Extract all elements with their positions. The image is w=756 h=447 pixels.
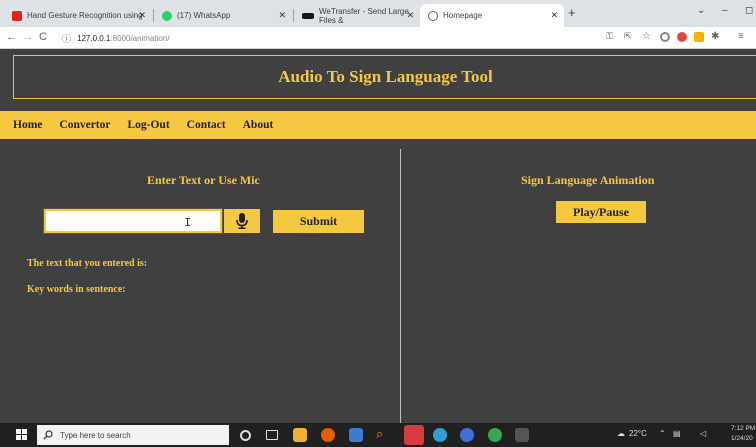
- taskbar-search[interactable]: Type here to search: [37, 425, 229, 445]
- keywords-label: Key words in sentence:: [27, 284, 126, 295]
- globe-icon: [428, 10, 438, 21]
- forward-icon[interactable]: →: [22, 31, 33, 43]
- firefox-icon[interactable]: [321, 428, 335, 442]
- nav-about[interactable]: About: [243, 119, 274, 131]
- extension-icon[interactable]: [694, 32, 704, 42]
- tab-title: (17) WhatsApp: [177, 11, 231, 20]
- close-icon[interactable]: ✕: [550, 10, 558, 21]
- browser-tab-bar: Hand Gesture Recognition using ✕ (17) Wh…: [0, 0, 756, 27]
- weather-icon[interactable]: ☁: [617, 429, 625, 438]
- edge-icon[interactable]: [433, 428, 447, 442]
- menu-icon[interactable]: ≡: [738, 31, 744, 42]
- share-icon[interactable]: ⇱: [624, 31, 632, 42]
- nav-contact[interactable]: Contact: [187, 119, 226, 131]
- navbar: Home Convertor Log-Out Contact About: [0, 111, 756, 139]
- search-icon: [43, 430, 53, 440]
- mic-button[interactable]: [224, 209, 260, 233]
- input-section-title: Enter Text or Use Mic: [147, 173, 260, 187]
- column-divider: [400, 149, 401, 423]
- terminal-icon[interactable]: [515, 428, 529, 442]
- url-field[interactable]: ⓘ 127.0.0.1 :8000/animation/: [62, 30, 602, 46]
- page-content: Audio To Sign Language Tool Home Convert…: [0, 49, 756, 423]
- chevron-up-icon[interactable]: ⌃: [659, 429, 666, 438]
- submit-button[interactable]: Submit: [273, 210, 364, 233]
- adblock-icon[interactable]: [677, 32, 687, 42]
- microphone-icon: [236, 213, 248, 229]
- tab-title: Homepage: [443, 11, 483, 20]
- tab-homepage[interactable]: Homepage ✕: [420, 4, 564, 27]
- app-icon[interactable]: [460, 428, 474, 442]
- close-icon[interactable]: ✕: [138, 10, 146, 21]
- reload-icon[interactable]: C: [39, 31, 47, 43]
- file-explorer-icon[interactable]: [293, 428, 307, 442]
- clock-time: 7:12 PM: [731, 425, 756, 432]
- star-icon[interactable]: ☆: [642, 31, 651, 42]
- tab-title: WeTransfer - Send Large Files &: [319, 6, 409, 25]
- url-host: 127.0.0.1: [77, 33, 111, 43]
- tab-wetransfer[interactable]: WeTransfer - Send Large Files & ✕: [294, 4, 420, 27]
- back-icon[interactable]: ←: [6, 31, 17, 43]
- entered-text-label: The text that you entered is:: [27, 258, 148, 269]
- key-icon[interactable]: ⚿: [606, 31, 613, 42]
- puzzle-icon[interactable]: ✱: [711, 31, 719, 42]
- tab-whatsapp[interactable]: (17) WhatsApp ✕: [154, 4, 292, 27]
- chevron-down-icon[interactable]: ⌄: [697, 5, 705, 16]
- page-title: Audio To Sign Language Tool: [278, 67, 493, 86]
- store-icon[interactable]: [349, 428, 363, 442]
- search-app-icon[interactable]: ⌕: [376, 426, 390, 441]
- app-icon[interactable]: [404, 425, 424, 445]
- weather-temp: 22°C: [629, 429, 647, 438]
- network-icon[interactable]: ▤: [673, 429, 681, 438]
- extension-icon[interactable]: [660, 32, 670, 42]
- nav-convertor[interactable]: Convertor: [59, 119, 110, 131]
- wetransfer-icon: [302, 12, 314, 19]
- whatsapp-icon: [162, 10, 172, 21]
- search-placeholder: Type here to search: [60, 430, 131, 440]
- url-path: :8000/animation/: [110, 33, 170, 43]
- chrome-icon[interactable]: [488, 428, 502, 442]
- tab-hand-gesture[interactable]: Hand Gesture Recognition using ✕: [4, 4, 152, 27]
- volume-icon[interactable]: ◁: [700, 429, 706, 438]
- close-icon[interactable]: ✕: [278, 10, 286, 21]
- tab-title: Hand Gesture Recognition using: [27, 11, 143, 20]
- text-cursor-icon: I: [184, 216, 192, 230]
- header: Audio To Sign Language Tool: [13, 55, 756, 99]
- youtube-icon: [12, 10, 22, 21]
- info-icon: ⓘ: [62, 33, 72, 44]
- minimize-icon[interactable]: –: [722, 5, 728, 16]
- address-bar: ← → C ⓘ 127.0.0.1 :8000/animation/ ⚿ ⇱ ☆…: [0, 27, 756, 49]
- taskbar: Type here to search ⌕ ☁ 22°C ⌃ ▤ ◁ 7:12 …: [0, 423, 756, 447]
- animation-section-title: Sign Language Animation: [521, 173, 655, 187]
- nav-logout[interactable]: Log-Out: [127, 119, 169, 131]
- maximize-icon[interactable]: ◻: [745, 5, 753, 16]
- text-input[interactable]: [43, 208, 223, 234]
- close-icon[interactable]: ✕: [406, 10, 414, 21]
- clock-date: 1/24/20: [731, 435, 753, 442]
- nav-home[interactable]: Home: [13, 119, 42, 131]
- play-pause-button[interactable]: Play/Pause: [556, 201, 646, 223]
- cortana-icon[interactable]: [240, 430, 251, 441]
- new-tab-button[interactable]: +: [568, 5, 576, 20]
- task-view-icon[interactable]: [266, 430, 278, 440]
- windows-start-icon[interactable]: [16, 429, 28, 441]
